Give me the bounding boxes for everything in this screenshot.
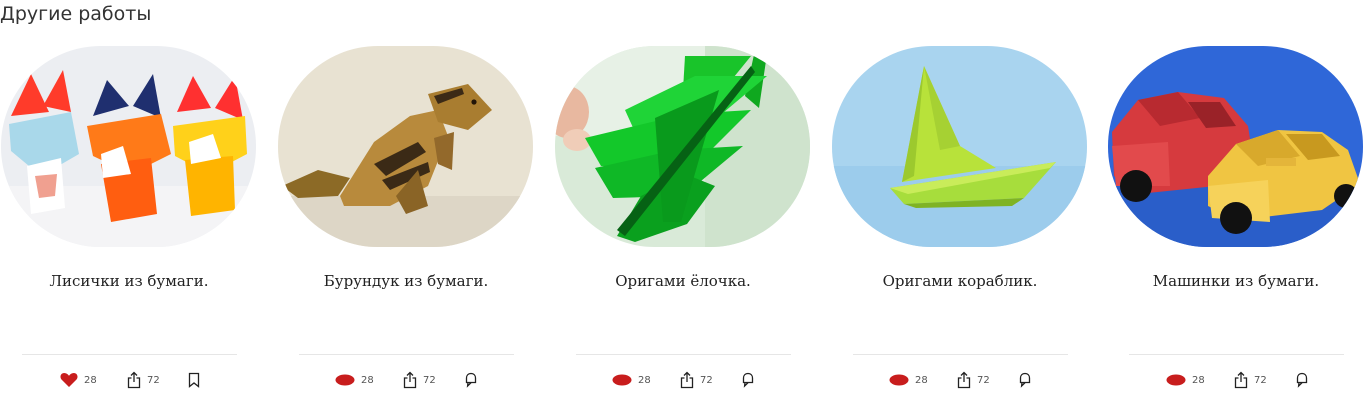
card-divider — [22, 354, 237, 355]
work-image-tree[interactable] — [555, 46, 810, 247]
work-card: Лисички из бумаги. 28 72 — [1, 46, 257, 396]
work-title[interactable]: Бурундук из бумаги. — [278, 272, 534, 290]
card-actions: 28 72 — [555, 370, 811, 390]
comment-button[interactable] — [1019, 370, 1031, 390]
card-actions: 28 72 — [1108, 370, 1364, 390]
like-button[interactable]: 28 — [1166, 370, 1205, 390]
like-count: 28 — [638, 374, 651, 386]
share-button[interactable]: 72 — [403, 370, 436, 390]
heart-icon — [60, 373, 78, 387]
card-actions: 28 72 — [1, 370, 257, 390]
share-button[interactable]: 72 — [127, 370, 160, 390]
share-icon — [127, 371, 141, 389]
like-count: 28 — [361, 374, 374, 386]
share-icon — [403, 371, 417, 389]
share-count: 72 — [700, 374, 713, 386]
comment-button[interactable] — [465, 370, 477, 390]
like-blob-icon — [612, 374, 632, 386]
like-count: 28 — [1192, 374, 1205, 386]
share-count: 72 — [1254, 374, 1267, 386]
work-image-chipmunk[interactable] — [278, 46, 533, 247]
card-divider — [1129, 354, 1344, 355]
like-button[interactable]: 28 — [335, 370, 374, 390]
like-button[interactable]: 28 — [889, 370, 928, 390]
like-button[interactable]: 28 — [612, 370, 651, 390]
like-blob-icon — [335, 374, 355, 386]
card-divider — [853, 354, 1068, 355]
bookmark-button[interactable] — [188, 370, 200, 390]
work-card: Оригами ёлочка. 28 72 — [555, 46, 811, 396]
like-button[interactable]: 28 — [60, 370, 97, 390]
card-divider — [576, 354, 791, 355]
comment-icon — [465, 372, 477, 388]
share-button[interactable]: 72 — [680, 370, 713, 390]
like-blob-icon — [1166, 374, 1186, 386]
comment-icon — [1019, 372, 1031, 388]
work-title[interactable]: Машинки из бумаги. — [1108, 272, 1364, 290]
share-icon — [680, 371, 694, 389]
card-divider — [299, 354, 514, 355]
work-image-foxes[interactable] — [1, 46, 256, 247]
like-count: 28 — [915, 374, 928, 386]
share-count: 72 — [977, 374, 990, 386]
work-card: Машинки из бумаги. 28 72 — [1108, 46, 1364, 396]
work-card: Оригами кораблик. 28 72 — [832, 46, 1088, 396]
comment-icon — [742, 372, 754, 388]
bookmark-icon — [188, 372, 200, 388]
work-card: Бурундук из бумаги. 28 72 — [278, 46, 534, 396]
work-title[interactable]: Лисички из бумаги. — [1, 272, 257, 290]
card-actions: 28 72 — [832, 370, 1088, 390]
comment-button[interactable] — [742, 370, 754, 390]
share-button[interactable]: 72 — [957, 370, 990, 390]
work-image-cars[interactable] — [1108, 46, 1363, 247]
works-grid: Лисички из бумаги. 28 72 Бурундук из бум… — [0, 0, 1364, 405]
like-blob-icon — [889, 374, 909, 386]
work-title[interactable]: Оригами ёлочка. — [555, 272, 811, 290]
share-icon — [957, 371, 971, 389]
comment-icon — [1296, 372, 1308, 388]
work-title[interactable]: Оригами кораблик. — [832, 272, 1088, 290]
work-image-boat[interactable] — [832, 46, 1087, 247]
card-actions: 28 72 — [278, 370, 534, 390]
like-count: 28 — [84, 374, 97, 386]
share-icon — [1234, 371, 1248, 389]
comment-button[interactable] — [1296, 370, 1308, 390]
share-count: 72 — [423, 374, 436, 386]
share-button[interactable]: 72 — [1234, 370, 1267, 390]
share-count: 72 — [147, 374, 160, 386]
